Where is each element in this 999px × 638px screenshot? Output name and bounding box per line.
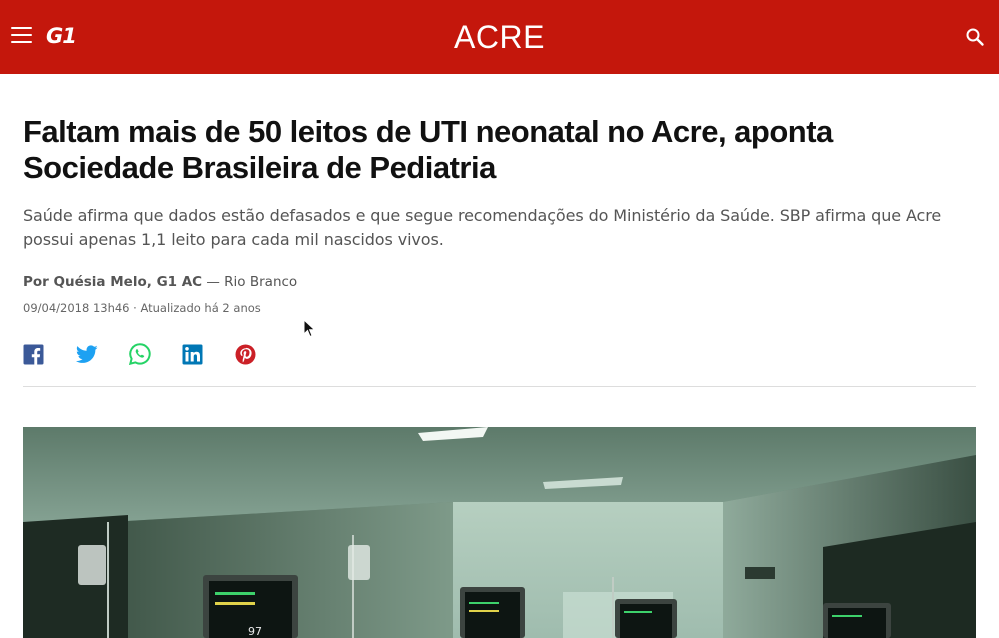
article-photo[interactable]: 97 [23, 427, 976, 638]
pinterest-icon [235, 344, 256, 364]
article-headline: Faltam mais de 50 leitos de UTI neonatal… [23, 114, 833, 185]
article-content: Faltam mais de 50 leitos de UTI neonatal… [23, 114, 976, 365]
search-icon[interactable] [965, 27, 985, 47]
neonatal-icu-photo: 97 [23, 427, 976, 638]
share-bar [23, 343, 976, 365]
share-whatsapp-button[interactable] [129, 343, 182, 365]
monitor-readout: 97 [248, 625, 262, 638]
share-linkedin-button[interactable] [182, 343, 235, 365]
twitter-icon [76, 344, 98, 363]
whatsapp-icon [129, 343, 151, 365]
publish-date: 09/04/2018 13h46 · Atualizado há 2 anos [23, 301, 261, 315]
location: — Rio Branco [202, 274, 298, 290]
article-subtitle: Saúde afirma que dados estão defasados e… [23, 206, 942, 249]
share-pinterest-button[interactable] [235, 343, 288, 365]
facebook-icon [23, 344, 44, 365]
share-twitter-button[interactable] [76, 343, 129, 365]
top-navigation-bar: G1 ACRE [0, 0, 999, 74]
share-facebook-button[interactable] [23, 343, 76, 365]
content-divider [23, 386, 976, 387]
author-name[interactable]: Por Quésia Melo, G1 AC [23, 274, 202, 290]
section-title[interactable]: ACRE [0, 18, 999, 56]
mouse-pointer-icon [303, 319, 316, 338]
linkedin-icon [182, 344, 203, 364]
byline: Por Quésia Melo, G1 AC — Rio Branco [23, 272, 976, 292]
